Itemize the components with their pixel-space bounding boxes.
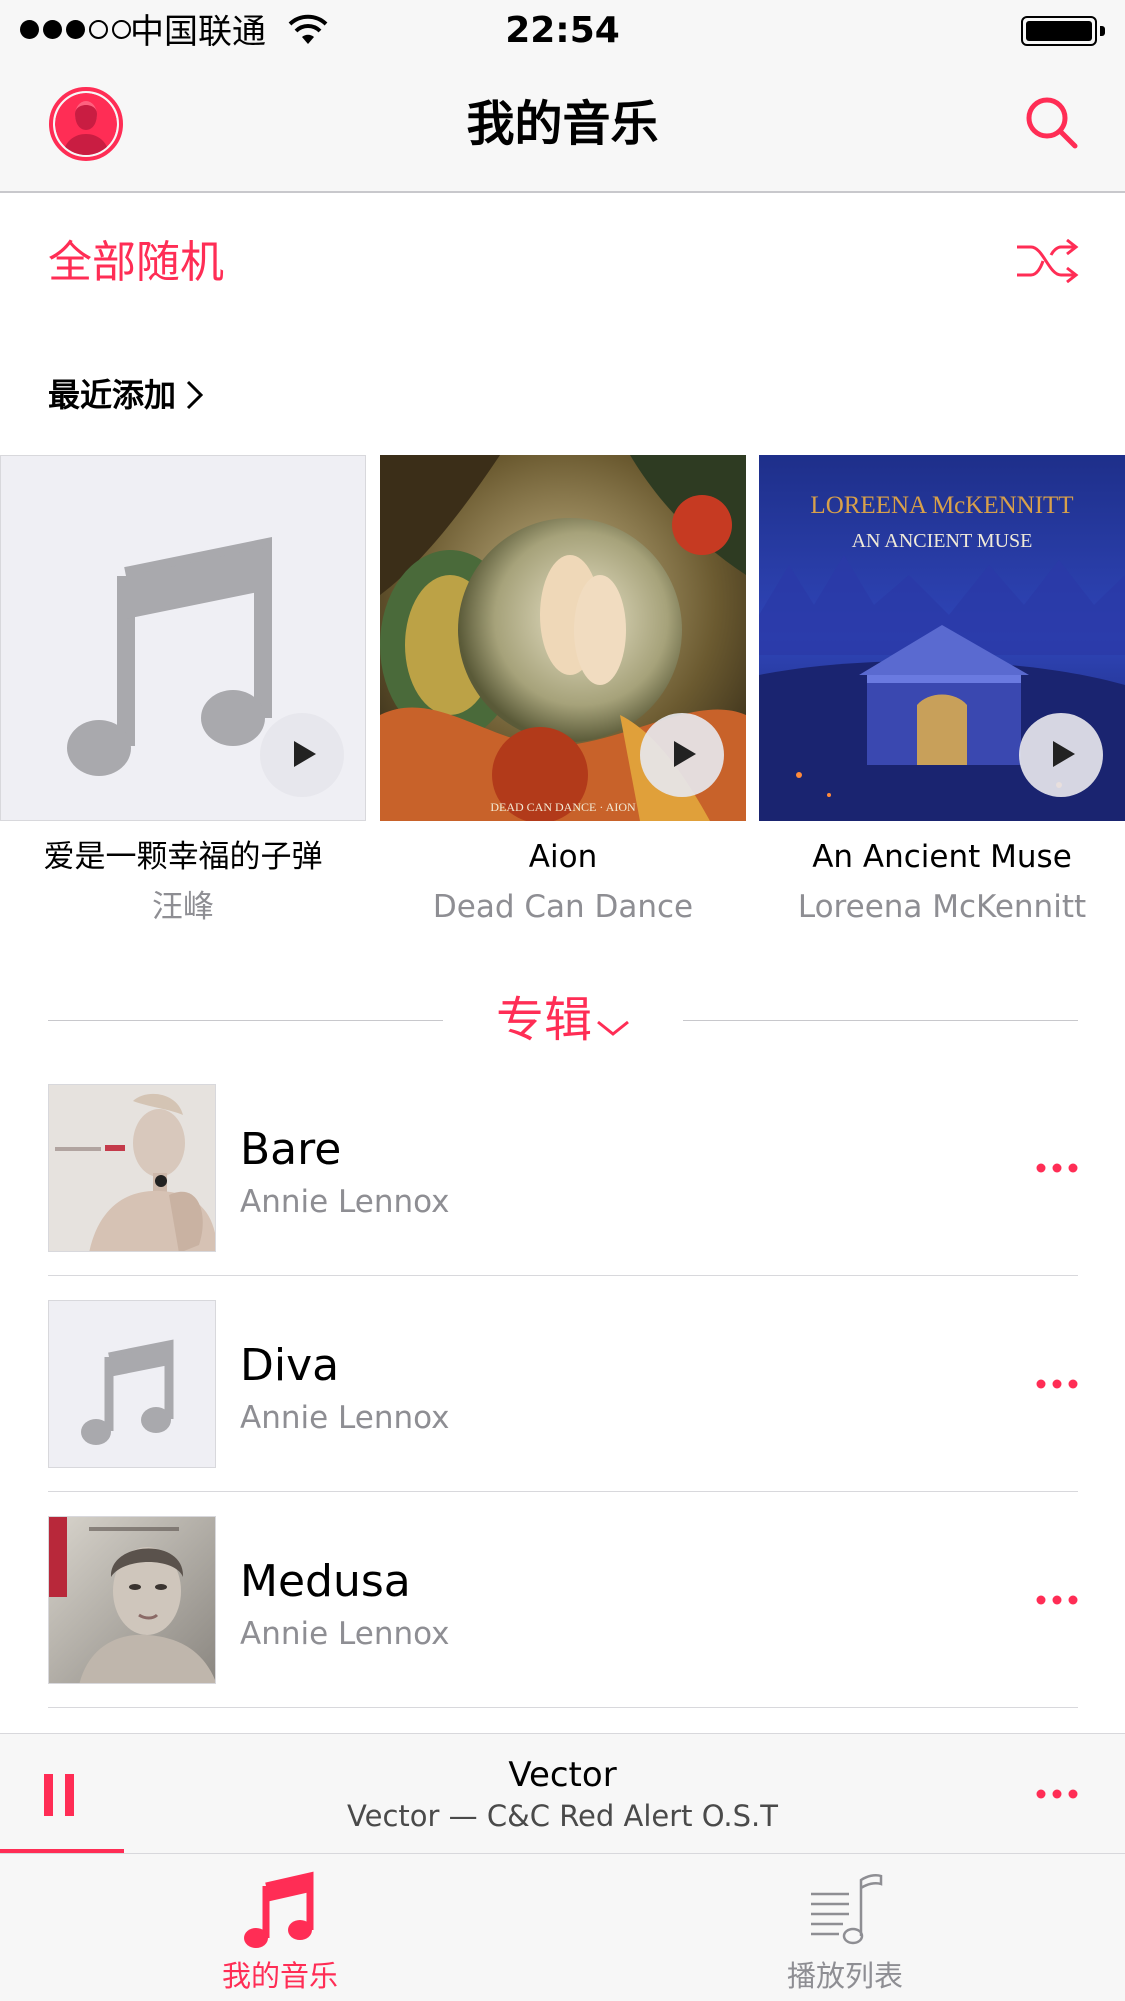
bare-artwork xyxy=(49,1085,215,1251)
album-thumbnail xyxy=(48,1084,216,1252)
tab-my-music[interactable]: 我的音乐 xyxy=(0,1854,560,2001)
medusa-artwork xyxy=(49,1517,215,1683)
svg-text:LOREENA McKENNITT: LOREENA McKENNITT xyxy=(810,492,1073,519)
more-icon[interactable] xyxy=(1035,1156,1079,1180)
row-separator xyxy=(48,1275,1078,1276)
recently-added-carousel[interactable]: 爱是一颗幸福的子弹 汪峰 DEAD CAN DANCE · AION Aion … xyxy=(0,455,1125,935)
recent-album-card[interactable]: LOREENA McKENNITT AN ANCIENT MUSE An Anc… xyxy=(759,455,1125,935)
album-artist: 汪峰 xyxy=(152,889,214,925)
page-title: 我的音乐 xyxy=(466,96,659,152)
svg-text:DEAD CAN DANCE · AION: DEAD CAN DANCE · AION xyxy=(490,800,636,814)
album-list: Bare Annie Lennox Diva Annie Lennox Medu… xyxy=(0,1084,1125,1732)
tab-label: 播放列表 xyxy=(786,1959,903,1993)
clock: 22:54 xyxy=(505,10,620,51)
search-icon[interactable] xyxy=(1023,94,1079,150)
mini-player[interactable]: Vector Vector — C&C Red Alert O.S.T xyxy=(0,1733,1125,1853)
navigation-bar: 我的音乐 xyxy=(0,64,1125,193)
album-title: 爱是一颗幸福的子弹 xyxy=(43,839,323,875)
play-icon xyxy=(1053,741,1075,767)
play-button[interactable] xyxy=(1019,713,1103,797)
row-separator xyxy=(48,1491,1078,1492)
play-icon xyxy=(674,741,696,767)
album-artist: Annie Lennox xyxy=(240,1400,450,1436)
shuffle-icon xyxy=(1017,239,1079,283)
list-item[interactable]: Medusa Annie Lennox xyxy=(0,1516,1125,1732)
music-note-icon xyxy=(244,1871,314,1948)
chevron-right-icon xyxy=(186,380,204,410)
album-artist: Annie Lennox xyxy=(240,1184,450,1220)
tab-bar: 我的音乐 播放列表 xyxy=(0,1853,1125,2001)
tab-label: 我的音乐 xyxy=(221,1959,338,1993)
album-name: Diva xyxy=(240,1340,340,1391)
status-bar: 中国联通 22:54 xyxy=(0,0,1125,64)
recently-added-link[interactable]: 最近添加 xyxy=(48,372,206,418)
album-thumbnail xyxy=(48,1516,216,1684)
play-icon xyxy=(294,741,316,767)
section-label: 专辑 xyxy=(495,992,592,1048)
list-item[interactable]: Diva Annie Lennox xyxy=(0,1300,1125,1516)
now-playing-subtitle: Vector — C&C Red Alert O.S.T xyxy=(347,1799,778,1833)
playlist-icon xyxy=(811,1873,883,1945)
shuffle-all-label: 全部随机 xyxy=(48,237,224,288)
recently-added-label: 最近添加 xyxy=(48,376,177,414)
chevron-down-icon xyxy=(597,1020,629,1036)
album-artist: Dead Can Dance xyxy=(432,889,694,925)
music-note-icon xyxy=(81,1339,174,1445)
now-playing-title: Vector xyxy=(508,1755,617,1795)
album-name: Bare xyxy=(240,1124,342,1175)
more-icon[interactable] xyxy=(1035,1782,1079,1806)
section-selector[interactable]: 专辑 xyxy=(48,985,1078,1055)
recent-album-card[interactable]: DEAD CAN DANCE · AION Aion Dead Can Danc… xyxy=(380,455,746,935)
play-button[interactable] xyxy=(260,713,344,797)
tab-playlists[interactable]: 播放列表 xyxy=(565,1854,1125,2001)
list-item[interactable]: Bare Annie Lennox xyxy=(0,1084,1125,1300)
svg-text:AN ANCIENT MUSE: AN ANCIENT MUSE xyxy=(852,530,1033,552)
more-icon[interactable] xyxy=(1035,1588,1079,1612)
play-button[interactable] xyxy=(640,713,724,797)
album-title: An Ancient Muse xyxy=(812,839,1072,875)
album-thumbnail xyxy=(48,1300,216,1468)
recent-album-card[interactable]: 爱是一颗幸福的子弹 汪峰 xyxy=(0,455,366,935)
album-title: Aion xyxy=(528,839,598,875)
album-artist: Loreena McKennitt xyxy=(797,889,1087,925)
shuffle-all-button[interactable]: 全部随机 xyxy=(0,193,1125,333)
battery-icon xyxy=(1021,16,1105,46)
album-name: Medusa xyxy=(240,1556,411,1607)
more-icon[interactable] xyxy=(1035,1372,1079,1396)
album-artist: Annie Lennox xyxy=(240,1616,450,1652)
row-separator xyxy=(48,1707,1078,1708)
